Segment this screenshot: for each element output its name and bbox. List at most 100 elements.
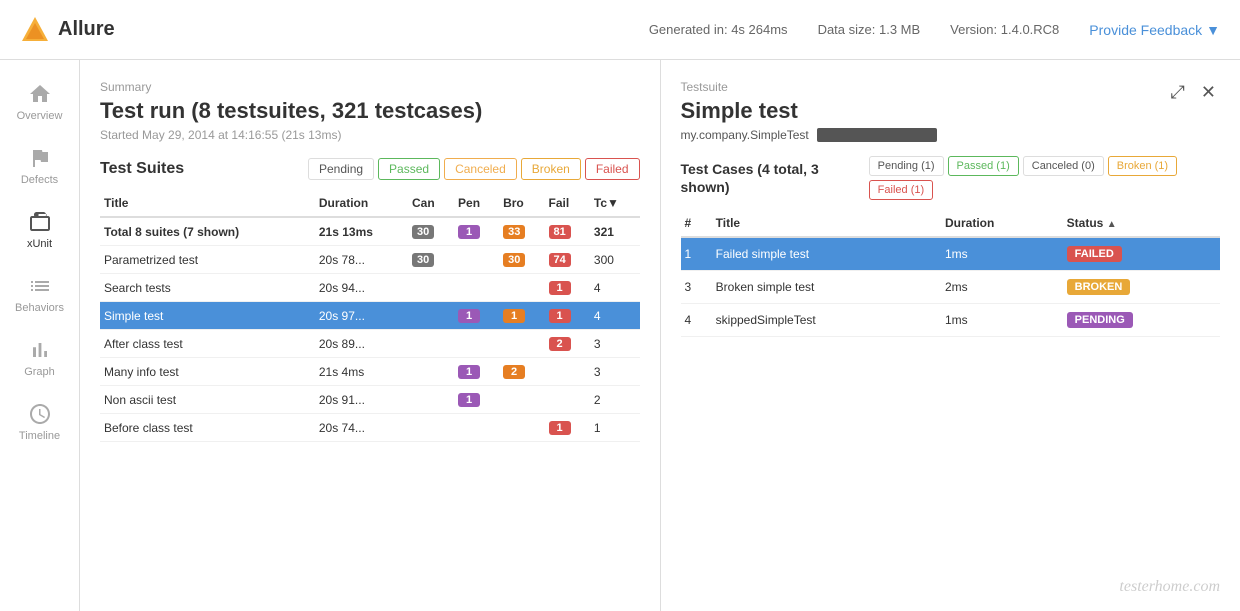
suite-pen: 1 (454, 217, 499, 246)
col-can: Can (408, 190, 454, 217)
sidebar-item-timeline[interactable]: Timeline (0, 390, 79, 454)
col-tc-status: Status ▲ (1063, 210, 1220, 237)
suite-pen: 1 (454, 358, 499, 386)
suite-bro (499, 386, 544, 414)
suite-can (408, 302, 454, 330)
sidebar-item-graph[interactable]: Graph (0, 326, 79, 390)
suite-fail: 2 (545, 330, 590, 358)
suite-pen (454, 330, 499, 358)
content-area: Summary Test run (8 testsuites, 321 test… (80, 60, 1240, 611)
filter-failed-btn[interactable]: Failed (585, 158, 640, 180)
suite-pen: 1 (454, 302, 499, 330)
suite-pen (454, 274, 499, 302)
tc-status: FAILED (1063, 237, 1220, 271)
tc-title[interactable]: Failed simple test (712, 237, 941, 271)
run-started: Started May 29, 2014 at 14:16:55 (21s 13… (100, 128, 640, 142)
suite-fail: 81 (545, 217, 590, 246)
suite-title[interactable]: Search tests (100, 274, 315, 302)
header: Allure Generated in: 4s 264ms Data size:… (0, 0, 1240, 60)
suite-can: 30 (408, 217, 454, 246)
logo: Allure (20, 15, 115, 45)
suite-can (408, 358, 454, 386)
suite-title[interactable]: Non ascii test (100, 386, 315, 414)
suite-tc: 3 (590, 358, 640, 386)
expand-btn[interactable]: ⤢ (1167, 80, 1189, 105)
suite-title[interactable]: Simple test (100, 302, 315, 330)
suite-fail: 1 (545, 302, 590, 330)
suite-bro (499, 414, 544, 442)
suite-tc: 3 (590, 330, 640, 358)
left-panel: Summary Test run (8 testsuites, 321 test… (80, 60, 661, 611)
tc-status: PENDING (1063, 304, 1220, 337)
bar-chart-icon (28, 338, 52, 362)
col-num: # (681, 210, 712, 237)
suites-header: Test Suites Pending Passed Canceled Brok… (100, 158, 640, 180)
suite-duration: 20s 91... (315, 386, 408, 414)
filter-buttons: Pending Passed Canceled Broken Failed (308, 158, 640, 180)
suite-fail: 74 (545, 246, 590, 274)
col-tc: Tc▼ (590, 190, 640, 217)
suite-title[interactable]: Parametrized test (100, 246, 315, 274)
provide-feedback-link[interactable]: Provide Feedback ▼ (1089, 22, 1220, 38)
col-fail: Fail (545, 190, 590, 217)
suite-fail: 1 (545, 414, 590, 442)
generated-in: Generated in: 4s 264ms (649, 22, 788, 37)
suite-title[interactable]: Total 8 suites (7 shown) (100, 217, 315, 246)
right-panel: Testsuite Simple test my.company.SimpleT… (661, 60, 1240, 611)
testsuite-title: Simple test (681, 98, 937, 124)
suite-can (408, 386, 454, 414)
close-btn[interactable]: ✕ (1197, 80, 1220, 105)
suite-pen (454, 246, 499, 274)
filter-broken-btn[interactable]: Broken (521, 158, 581, 180)
col-bro: Bro (499, 190, 544, 217)
sidebar-item-behaviors[interactable]: Behaviors (0, 262, 79, 326)
suite-can (408, 330, 454, 358)
suite-duration: 20s 89... (315, 330, 408, 358)
sidebar-item-overview[interactable]: Overview (0, 70, 79, 134)
sidebar-item-xunit[interactable]: xUnit (0, 198, 79, 262)
suite-fail (545, 386, 590, 414)
summary-label: Summary (100, 80, 640, 94)
right-filter-failed-btn[interactable]: Failed (1) (869, 180, 933, 200)
sidebar-item-defects[interactable]: Defects (0, 134, 79, 198)
testsuite-label: Testsuite (681, 80, 937, 94)
suites-title: Test Suites (100, 160, 184, 178)
suite-duration: 20s 78... (315, 246, 408, 274)
tc-duration: 2ms (941, 271, 1063, 304)
suite-pen (454, 414, 499, 442)
tc-duration: 1ms (941, 237, 1063, 271)
tc-title[interactable]: skippedSimpleTest (712, 304, 941, 337)
suite-duration: 20s 74... (315, 414, 408, 442)
filter-canceled-btn[interactable]: Canceled (444, 158, 517, 180)
suites-table: Title Duration Can Pen Bro Fail Tc▼ Tota… (100, 190, 640, 442)
suite-can (408, 274, 454, 302)
right-filter-broken-btn[interactable]: Broken (1) (1108, 156, 1177, 176)
flag-icon (28, 146, 52, 170)
right-filter-canceled-btn[interactable]: Canceled (0) (1023, 156, 1104, 176)
suite-duration: 20s 97... (315, 302, 408, 330)
right-filter-passed-btn[interactable]: Passed (1) (948, 156, 1019, 176)
suite-duration: 21s 4ms (315, 358, 408, 386)
suite-title[interactable]: Before class test (100, 414, 315, 442)
watermark: testerhome.com (1119, 578, 1220, 596)
testsuite-subtitle: my.company.SimpleTest (681, 128, 937, 142)
right-panel-actions: ⤢ ✕ (1167, 80, 1221, 105)
suite-title[interactable]: Many info test (100, 358, 315, 386)
suite-bro (499, 274, 544, 302)
run-title: Test run (8 testsuites, 321 testcases) (100, 98, 640, 124)
right-filter-pending-btn[interactable]: Pending (1) (869, 156, 944, 176)
suite-bro: 2 (499, 358, 544, 386)
tc-title[interactable]: Broken simple test (712, 271, 941, 304)
suite-bro: 30 (499, 246, 544, 274)
suite-fail (545, 358, 590, 386)
home-icon (28, 82, 52, 106)
allure-logo-icon (20, 15, 50, 45)
filter-passed-btn[interactable]: Passed (378, 158, 440, 180)
suite-bro (499, 330, 544, 358)
right-title-section: Testsuite Simple test my.company.SimpleT… (681, 80, 937, 156)
suite-fail: 1 (545, 274, 590, 302)
suite-title[interactable]: After class test (100, 330, 315, 358)
test-cases-table: # Title Duration Status ▲ 1Failed simple… (681, 210, 1221, 337)
sidebar: Overview Defects xUnit Behaviors Graph T… (0, 60, 80, 611)
filter-pending-btn[interactable]: Pending (308, 158, 374, 180)
